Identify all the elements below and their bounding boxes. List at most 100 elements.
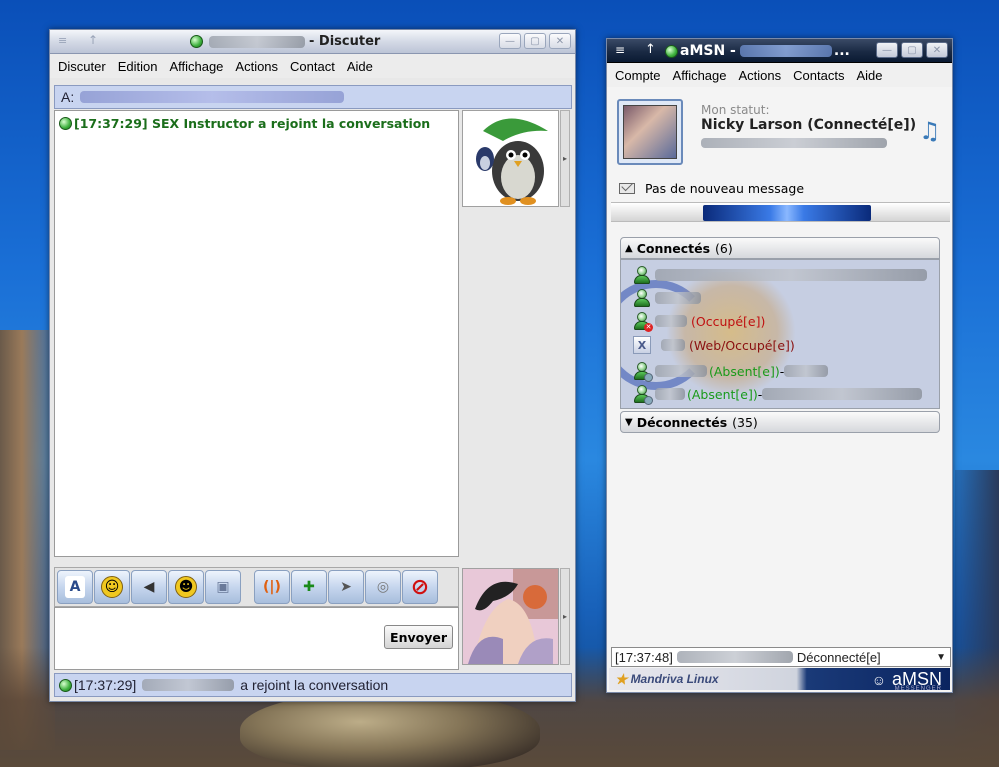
menu-contact[interactable]: Contact <box>284 59 341 74</box>
contact-item[interactable] <box>633 289 701 307</box>
web-messenger-icon: X <box>633 336 651 354</box>
menu-aide[interactable]: Aide <box>850 68 888 83</box>
mandriva-text: Mandriva Linux <box>630 672 719 686</box>
personal-message-redacted[interactable] <box>701 138 887 148</box>
menu-affichage[interactable]: Affichage <box>667 68 733 83</box>
minimize-button[interactable]: — <box>499 33 521 49</box>
group-offline-count: (35) <box>732 414 758 430</box>
music-note-icon[interactable]: ♫ <box>919 117 941 145</box>
avatar-collapse-handle[interactable]: ▸ <box>560 110 570 207</box>
menu-contacts[interactable]: Contacts <box>787 68 850 83</box>
contact-avatar[interactable] <box>462 110 559 207</box>
contact-item[interactable]: X (Web/Occupé[e]) <box>633 336 795 354</box>
contact-list: ✕ (Occupé[e]) X (Web/Occupé[e]) (Absent[… <box>620 259 940 409</box>
send-file-button[interactable]: ➤ <box>328 570 364 604</box>
minimize-button[interactable]: — <box>876 42 898 58</box>
contact-state: (Occupé[e]) <box>691 313 766 329</box>
buddy-online-icon <box>633 289 651 307</box>
chat-title: - Discuter <box>309 34 381 49</box>
menu-affichage[interactable]: Affichage <box>163 59 229 74</box>
status-text: a rejoint la conversation <box>240 677 389 693</box>
send-button[interactable]: Envoyer <box>384 625 453 649</box>
contact-state: (Absent[e]) <box>687 386 758 402</box>
mail-icon <box>619 183 635 194</box>
menu-discuter[interactable]: Discuter <box>52 59 112 74</box>
close-button[interactable]: ✕ <box>549 33 571 49</box>
contact-item[interactable]: (Absent[e]) - <box>633 362 829 382</box>
dropdown-arrow-icon[interactable]: ▼ <box>936 652 946 663</box>
contact-item[interactable]: ✕ (Occupé[e]) <box>633 312 766 332</box>
block-button[interactable]: ⊘ <box>402 570 438 604</box>
nudge-button[interactable]: (|) <box>254 570 290 604</box>
ad-banner[interactable] <box>611 202 950 222</box>
contact-name-redacted <box>655 292 701 304</box>
maximize-button[interactable]: ▢ <box>524 33 546 49</box>
conversation-pane[interactable]: [17:37:29] SEX Instructor a rejoint la c… <box>54 110 459 557</box>
wink-icon: ☻ <box>175 576 197 598</box>
window-menu-icon[interactable]: ≡ <box>58 34 67 47</box>
my-nickname[interactable]: Nicky Larson (Connecté[e]) <box>701 117 916 133</box>
message-input[interactable]: Envoyer <box>54 607 459 670</box>
maximize-button[interactable]: ▢ <box>901 42 923 58</box>
status-name-redacted <box>676 651 793 663</box>
window-menu-icon[interactable]: ≡ <box>615 43 625 57</box>
pin-icon[interactable]: ↑ <box>88 33 98 47</box>
amsn-title-prefix: aMSN - <box>680 43 736 59</box>
recipient-bar: A: <box>54 85 572 109</box>
voice-clip-button[interactable]: ◀ <box>131 570 167 604</box>
send-file-icon: ➤ <box>340 579 352 595</box>
profile-picture[interactable] <box>617 99 683 165</box>
collapse-arrow-icon: ▲ <box>625 242 633 254</box>
amsn-logo: ☺ aMSN MESSENGER <box>872 669 942 692</box>
status-name-redacted <box>142 679 235 691</box>
invite-button[interactable]: ✚ <box>291 570 327 604</box>
contact-note-redacted <box>762 388 923 400</box>
status-text: Déconnecté[e] <box>796 649 881 665</box>
chat-titlebar[interactable]: ≡ ↑ - Discuter — ▢ ✕ <box>50 30 575 54</box>
amsn-titlebar[interactable]: ≡ ↑ aMSN - ... — ▢ ✕ <box>607 39 952 63</box>
profile-image <box>623 105 677 159</box>
group-offline-name: Déconnectés <box>636 414 728 430</box>
tux-totoro-icon <box>476 118 548 205</box>
font-button[interactable]: A <box>57 570 93 604</box>
pin-icon[interactable]: ↑ <box>645 42 656 57</box>
contact-item[interactable] <box>633 266 927 284</box>
account-email-redacted <box>739 45 832 57</box>
buddy-busy-icon: ✕ <box>633 312 653 332</box>
menu-compte[interactable]: Compte <box>609 68 667 83</box>
amsn-status-bar[interactable]: [17:37:48] Déconnecté[e] ▼ <box>611 647 951 667</box>
mandriva-logo: ★ Mandriva Linux <box>615 671 719 688</box>
wink-button[interactable]: ☻ <box>168 570 204 604</box>
mail-text: Pas de nouveau message <box>645 181 805 196</box>
menu-actions[interactable]: Actions <box>229 59 284 74</box>
chat-window: ≡ ↑ - Discuter — ▢ ✕ Discuter Edition Af… <box>49 29 576 702</box>
mail-status[interactable]: Pas de nouveau message <box>619 181 804 196</box>
my-avatar-collapse-handle[interactable]: ▸ <box>560 568 570 665</box>
menu-actions[interactable]: Actions <box>733 68 788 83</box>
conversation-message: [17:37:29] SEX Instructor a rejoint la c… <box>59 116 430 131</box>
status-time: [17:37:29] <box>74 677 137 693</box>
message-time: [17:37:29] <box>74 116 148 131</box>
menu-edition[interactable]: Edition <box>112 59 164 74</box>
anime-avatar-icon <box>463 569 558 664</box>
my-avatar[interactable] <box>462 568 559 665</box>
webcam-button[interactable]: ▣ <box>205 570 241 604</box>
group-online-count: (6) <box>715 240 733 256</box>
buddy-online-icon <box>633 266 651 284</box>
smiley-button[interactable]: ☺ <box>94 570 130 604</box>
nudge-icon: (|) <box>263 579 281 595</box>
webcam-icon: ▣ <box>216 579 230 595</box>
group-online-header[interactable]: ▲ Connectés (6) <box>620 237 940 259</box>
group-offline-header[interactable]: ▼ Déconnectés (35) <box>620 411 940 433</box>
recipient-email-redacted <box>80 91 345 103</box>
block-icon: ⊘ <box>410 574 430 600</box>
close-button[interactable]: ✕ <box>926 42 948 58</box>
contact-item[interactable]: (Absent[e]) - <box>633 385 923 405</box>
share-webcam-button[interactable]: ◎ <box>365 570 401 604</box>
voice-clip-icon: ◀ <box>143 579 155 595</box>
invite-contact-icon: ✚ <box>303 579 315 595</box>
status-join-icon <box>59 678 72 692</box>
contact-state: (Web/Occupé[e]) <box>689 337 795 353</box>
menu-aide[interactable]: Aide <box>341 59 379 74</box>
amsn-window: ≡ ↑ aMSN - ... — ▢ ✕ Compte Affichage Ac… <box>606 38 953 693</box>
